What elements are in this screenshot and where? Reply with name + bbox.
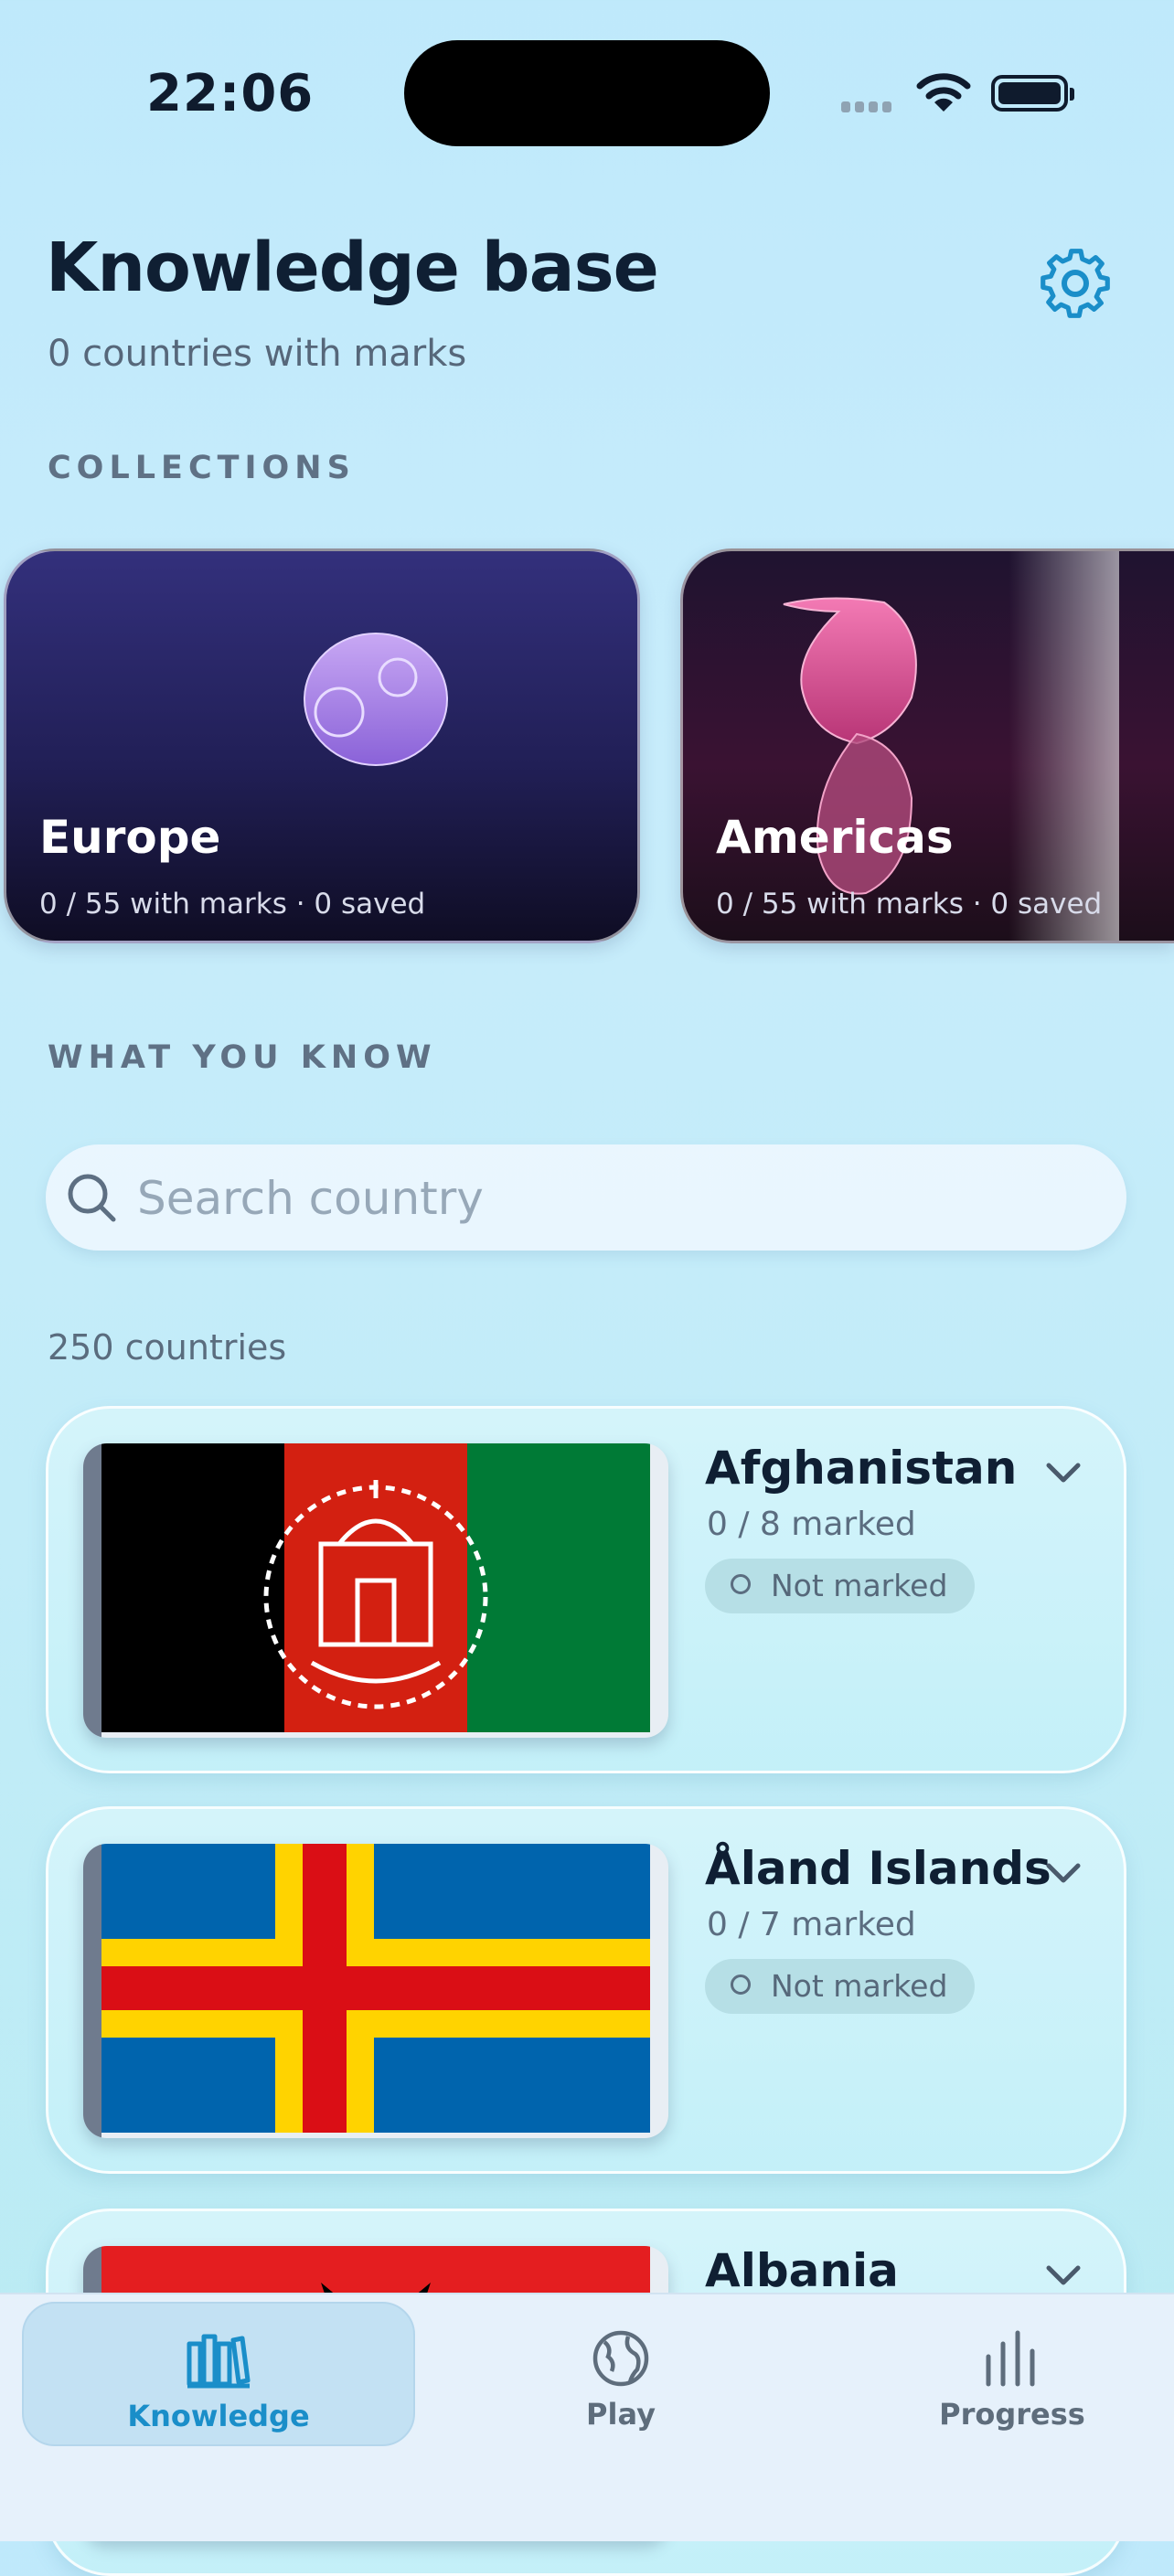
collection-card-europe[interactable]: Europe 0 / 55 with marks · 0 saved: [4, 548, 640, 943]
search-icon: [68, 1174, 116, 1222]
tab-label: Knowledge: [127, 2399, 310, 2433]
cellular-signal-icon: [841, 99, 896, 116]
collection-title: Americas: [716, 811, 954, 864]
search-bar[interactable]: [46, 1144, 1126, 1251]
what-you-know-section-label: WHAT YOU KNOW: [48, 1039, 437, 1076]
tab-label: Progress: [939, 2397, 1085, 2432]
status-time: 22:06: [146, 64, 315, 123]
empty-circle-icon: [731, 1574, 751, 1594]
collections-section-label: COLLECTIONS: [48, 450, 356, 486]
collection-stats: 0 / 55 with marks · 0 saved: [716, 888, 1103, 921]
books-icon: [187, 2334, 251, 2389]
country-card-aland-islands[interactable]: Åland Islands 0 / 7 marked Not marked: [46, 1806, 1126, 2174]
bar-chart-icon: [986, 2330, 1035, 2387]
search-input[interactable]: [135, 1163, 1090, 1234]
europe-map-icon: [304, 633, 448, 766]
aland-islands-flag: [83, 1844, 668, 2138]
status-badge: Not marked: [705, 1959, 976, 2014]
tab-label: Play: [586, 2397, 656, 2432]
chevron-down-icon[interactable]: [1043, 1458, 1083, 1485]
dynamic-island: [404, 40, 770, 146]
page-title: Knowledge base: [46, 229, 659, 307]
country-marked-count: 0 / 7 marked: [707, 1906, 916, 1943]
tab-play[interactable]: Play: [424, 2302, 817, 2446]
collection-card-americas[interactable]: Americas 0 / 55 with marks · 0 saved: [680, 548, 1174, 943]
collection-stats: 0 / 55 with marks · 0 saved: [39, 888, 426, 921]
country-name: Albania: [705, 2244, 899, 2297]
globe-icon: [592, 2330, 649, 2387]
country-marked-count: 0 / 8 marked: [707, 1506, 916, 1543]
tab-knowledge[interactable]: Knowledge: [22, 2302, 415, 2446]
battery-icon: [991, 75, 1074, 112]
countries-count: 250 countries: [48, 1327, 287, 1368]
settings-gear-icon[interactable]: [1037, 245, 1114, 322]
status-badge-label: Not marked: [771, 1568, 948, 1603]
chevron-down-icon[interactable]: [1043, 2261, 1083, 2288]
tab-bar: Knowledge Play Progress: [0, 2293, 1174, 2541]
tab-progress[interactable]: Progress: [816, 2302, 1174, 2446]
country-name: Åland Islands: [705, 1842, 1051, 1895]
status-badge: Not marked: [705, 1559, 976, 1613]
country-name: Afghanistan: [705, 1442, 1018, 1495]
afghanistan-flag: [83, 1443, 668, 1738]
page-subtitle: 0 countries with marks: [48, 333, 467, 375]
chevron-down-icon[interactable]: [1043, 1858, 1083, 1886]
country-card-afghanistan[interactable]: Afghanistan 0 / 8 marked Not marked: [46, 1406, 1126, 1773]
status-badge-label: Not marked: [771, 1968, 948, 2004]
collection-title: Europe: [39, 811, 221, 864]
wifi-icon: [916, 71, 971, 117]
empty-circle-icon: [731, 1975, 751, 1995]
